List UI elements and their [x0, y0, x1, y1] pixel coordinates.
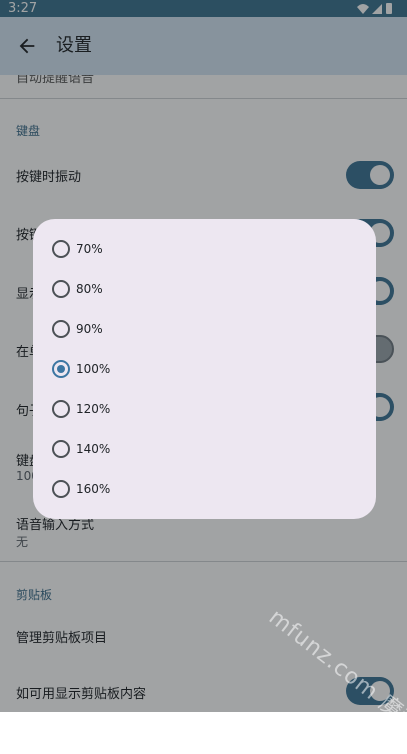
option-label: 70% — [76, 242, 103, 256]
option-100[interactable]: 100% — [33, 349, 376, 389]
radio-button[interactable] — [52, 280, 70, 298]
size-choice-dialog: 70% 80% 90% 100% 120% 140% 160% — [33, 219, 376, 519]
option-90[interactable]: 90% — [33, 309, 376, 349]
option-label: 140% — [76, 442, 111, 456]
radio-button[interactable] — [52, 320, 70, 338]
option-label: 120% — [76, 402, 111, 416]
radio-button[interactable] — [52, 240, 70, 258]
option-140[interactable]: 140% — [33, 429, 376, 469]
option-120[interactable]: 120% — [33, 389, 376, 429]
option-70[interactable]: 70% — [33, 229, 376, 269]
radio-button[interactable] — [52, 480, 70, 498]
radio-button[interactable] — [52, 440, 70, 458]
option-label: 90% — [76, 322, 103, 336]
option-label: 100% — [76, 362, 111, 376]
option-80[interactable]: 80% — [33, 269, 376, 309]
option-160[interactable]: 160% — [33, 469, 376, 509]
radio-button-selected[interactable] — [52, 360, 70, 378]
radio-button[interactable] — [52, 400, 70, 418]
option-label: 160% — [76, 482, 111, 496]
option-label: 80% — [76, 282, 103, 296]
